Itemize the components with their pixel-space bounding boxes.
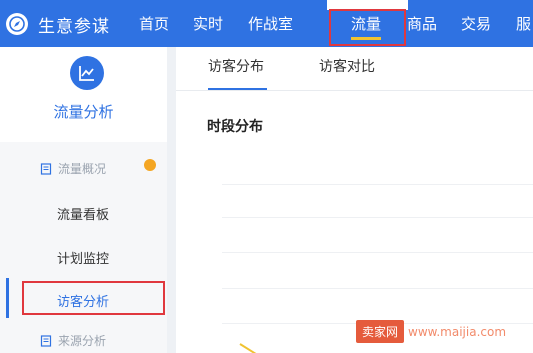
sidebar-group-traffic-overview[interactable]: 流量概况 (40, 160, 106, 177)
main-panel: 访客分布 访客对比 时段分布 (176, 47, 533, 353)
nav-overlay-strip (327, 0, 408, 10)
sidebar-header: 流量分析 (0, 47, 167, 142)
nav-item-service[interactable]: 服 (516, 13, 531, 34)
sidebar-group-source-analysis[interactable]: 来源分析 (40, 332, 106, 349)
nav-item-home[interactable]: 首页 (139, 13, 169, 34)
notification-dot (144, 159, 156, 171)
nav-item-products[interactable]: 商品 (407, 13, 437, 34)
section-title: 时段分布 (207, 119, 263, 135)
tab-visitor-comparison[interactable]: 访客对比 (319, 56, 375, 76)
watermark-url: www.maijia.com (408, 324, 507, 339)
nav-item-war-room[interactable]: 作战室 (248, 13, 293, 34)
nav-item-realtime[interactable]: 实时 (193, 13, 223, 34)
watermark: 卖家网 www.maijia.com (356, 320, 506, 343)
sidebar: 流量分析 流量概况 流量看板 计划监控 访客分析 来源分析 (0, 47, 167, 353)
chart-gridline (222, 288, 533, 289)
brand[interactable]: 生意参谋 (6, 12, 110, 37)
document-icon (40, 334, 52, 347)
nav-item-transactions[interactable]: 交易 (461, 13, 491, 34)
active-item-indicator (6, 278, 9, 318)
brand-name: 生意参谋 (38, 16, 110, 37)
tab-visitor-distribution[interactable]: 访客分布 (208, 56, 264, 76)
sidebar-group-label: 来源分析 (58, 334, 107, 348)
sidebar-item-plan-monitoring[interactable]: 计划监控 (57, 248, 109, 267)
traffic-trend-icon (70, 56, 104, 90)
sidebar-item-visitor-analysis[interactable]: 访客分析 (57, 291, 109, 310)
compass-logo-icon (6, 13, 28, 35)
sidebar-item-traffic-dashboard[interactable]: 流量看板 (57, 204, 109, 223)
sidebar-title: 流量分析 (53, 103, 114, 121)
chart-gridline (222, 217, 533, 218)
chart-gridline (222, 184, 533, 185)
watermark-badge: 卖家网 (356, 320, 405, 343)
sidebar-group-label: 流量概况 (58, 162, 107, 176)
top-navigation-bar: 生意参谋 首页 实时 作战室 流量 商品 交易 服 (0, 0, 533, 47)
tabs-divider (176, 90, 533, 91)
chart-gridline (222, 252, 533, 253)
nav-item-traffic[interactable]: 流量 (351, 13, 382, 40)
document-icon (40, 162, 52, 175)
